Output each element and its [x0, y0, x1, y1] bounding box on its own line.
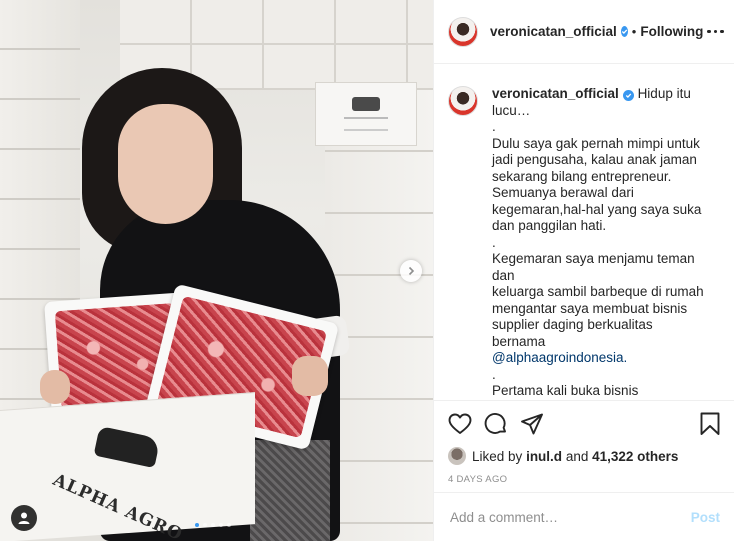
comment-button[interactable] [484, 412, 508, 436]
caption-line: Dulu saya gak pernah mimpi untuk [492, 135, 700, 151]
caption-scroll-area[interactable]: veronicatan_official Hidup itu lucu… . Du… [434, 64, 734, 400]
likes-summary: Liked by inul.d and 41,322 others [448, 447, 720, 465]
caption-line: . [492, 234, 496, 250]
carousel-next-button[interactable] [400, 260, 422, 282]
mention-link[interactable]: @alphaagroindonesia. [492, 350, 627, 365]
caption-body: veronicatan_official Hidup itu lucu… . Du… [492, 86, 706, 400]
caption-line: Semuanya berawal dari [492, 185, 634, 200]
like-button[interactable] [448, 413, 472, 435]
caption-line: sekarang bilang entrepreneur. [492, 168, 672, 184]
author-username[interactable]: veronicatan_official [490, 24, 617, 39]
caption-line: supplier daging berkualitas bernama [492, 317, 653, 349]
bookmark-icon [700, 412, 720, 435]
caption-line: jadi pengusaha, kalau anak jaman [492, 152, 697, 167]
comment-bubble-icon [484, 413, 506, 434]
hand-right [292, 356, 328, 396]
share-button[interactable] [520, 412, 544, 436]
caption-line: kegemaran,hal-hal yang saya suka [492, 201, 702, 217]
more-options-icon [707, 29, 711, 34]
carousel-indicator [195, 523, 231, 527]
caption-author-username[interactable]: veronicatan_official [492, 86, 619, 101]
more-options-button[interactable] [703, 26, 728, 38]
instagram-post-modal: ALPHA AGRO veronicatan_official • Follow… [0, 0, 734, 541]
caption-line: Pertama kali buka bisnis sebenarnya [492, 383, 639, 400]
hand-left [40, 370, 70, 404]
liked-by-conjunction: and [565, 448, 589, 464]
caption-line: dan panggilan hati. [492, 218, 607, 233]
post-timestamp[interactable]: 4 DAYS AGO [448, 474, 720, 485]
person-pants [250, 440, 330, 541]
paper-plane-icon [521, 413, 543, 435]
caption-line: Kegemaran saya menjamu teman dan [492, 251, 695, 283]
post-actions: Liked by inul.d and 41,322 others 4 DAYS… [434, 400, 734, 492]
liked-by-prefix: Liked by [472, 448, 523, 464]
chevron-right-icon [408, 266, 415, 276]
caption-text: . Dulu saya gak pernah mimpi untuk jadi pe… [492, 119, 706, 400]
caption: veronicatan_official Hidup itu lucu… . Du… [448, 86, 718, 400]
verified-badge-icon [620, 26, 628, 37]
caption-line: mengantar saya membuat bisnis [492, 300, 688, 316]
liker-username[interactable]: inul.d [526, 449, 562, 464]
liker-avatar[interactable] [448, 447, 466, 465]
add-comment-bar: Post [434, 492, 734, 541]
author-avatar[interactable] [448, 16, 478, 47]
heart-icon [448, 413, 472, 434]
caption-line: . [492, 119, 496, 134]
caption-line: . [492, 366, 496, 382]
save-button[interactable] [700, 412, 720, 436]
following-button[interactable]: Following [640, 24, 703, 39]
caption-line: @alphaagroindonesia. [492, 350, 706, 367]
carousel-dot [227, 523, 231, 527]
likes-count[interactable]: 41,322 others [592, 449, 678, 464]
caption-line: keluarga sambil barbeque di rumah [492, 284, 704, 299]
caption-author-avatar[interactable] [448, 86, 478, 116]
post-header: veronicatan_official • Following [434, 0, 734, 64]
carousel-dot [219, 523, 223, 527]
verified-badge-icon [622, 90, 634, 101]
user-tag-icon [18, 512, 30, 524]
comment-input[interactable] [448, 508, 691, 526]
carousel-dot [203, 523, 207, 527]
person-face [118, 104, 213, 224]
tagged-users-button[interactable] [11, 505, 37, 531]
box-label [315, 82, 417, 146]
action-icons [448, 411, 720, 437]
header-separator: • [631, 24, 637, 39]
carousel-dot [211, 523, 215, 527]
post-photo[interactable]: ALPHA AGRO [0, 0, 433, 541]
styrofoam-boxes-right [325, 90, 433, 541]
post-comment-button[interactable]: Post [691, 510, 720, 525]
carousel-dot [195, 523, 199, 527]
post-side-panel: veronicatan_official • Following veronic… [433, 0, 734, 541]
